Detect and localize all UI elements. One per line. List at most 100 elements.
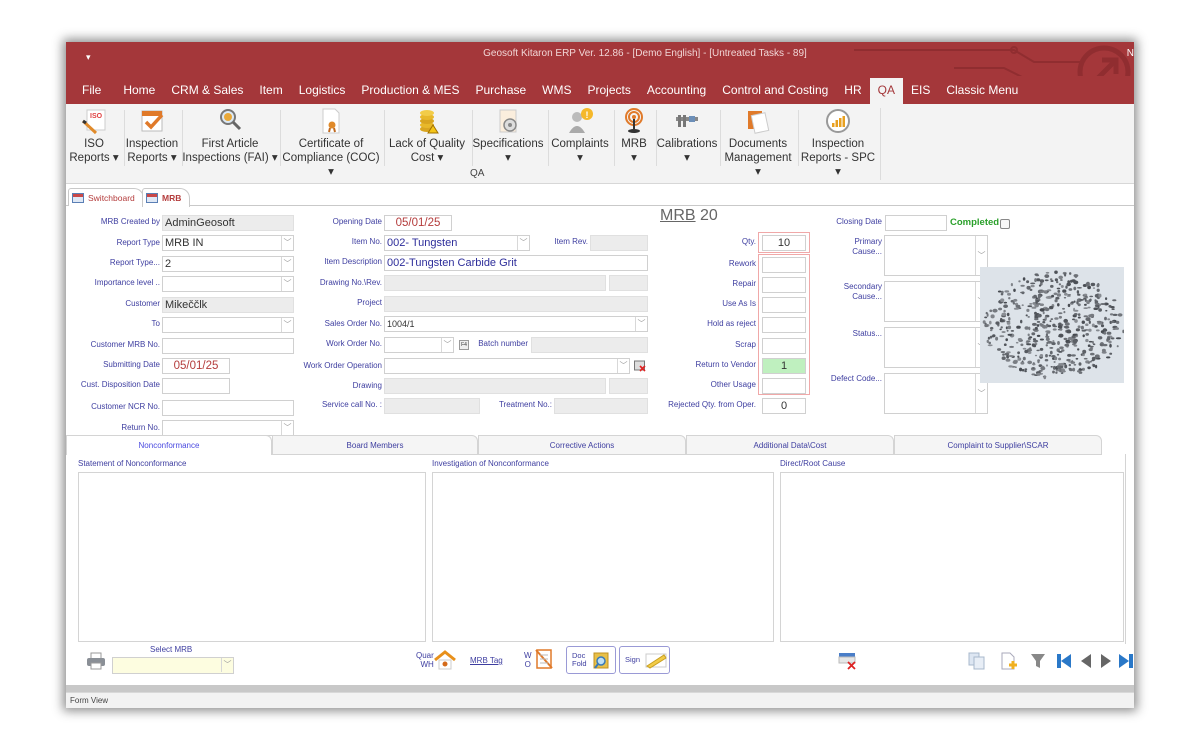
- chevron-down-icon[interactable]: ﹀: [617, 359, 629, 373]
- select-mrb-combo[interactable]: ﹀: [112, 657, 234, 674]
- first-record-icon[interactable]: [1056, 653, 1072, 669]
- ribbon-complaints[interactable]: ! Complaints ▾: [548, 106, 612, 168]
- ribbon-inspection-reports-spc[interactable]: Inspection Reports - SPC ▾: [798, 106, 878, 178]
- ribbon-documents-management[interactable]: Documents Management ▾: [720, 106, 796, 178]
- status-select[interactable]: ﹀: [884, 327, 988, 368]
- f4-lookup-button[interactable]: F4: [459, 340, 469, 350]
- ribbon-certificate-of-compliance[interactable]: Certificate of Compliance (COC) ▾: [280, 106, 382, 178]
- tab-nonconformance[interactable]: Nonconformance: [66, 435, 272, 455]
- menu-tab-file[interactable]: File: [74, 78, 109, 104]
- menu-tab-projects[interactable]: Projects: [580, 78, 639, 104]
- opening-date-input[interactable]: 05/01/25: [384, 215, 452, 231]
- ribbon-label: Lack of Quality: [388, 138, 466, 150]
- menu-tab-control-costing[interactable]: Control and Costing: [714, 78, 836, 104]
- menu-tab-accounting[interactable]: Accounting: [639, 78, 714, 104]
- completed-checkbox[interactable]: [1000, 219, 1010, 229]
- tab-complaint-to-supplier[interactable]: Complaint to Supplier\SCAR: [894, 435, 1102, 455]
- mrb-tag-link[interactable]: MRB Tag: [470, 656, 503, 665]
- defect-code-label: Defect Code...: [830, 374, 882, 383]
- closing-date-input[interactable]: [885, 215, 947, 231]
- new-record-icon[interactable]: [1000, 652, 1018, 670]
- statement-textarea[interactable]: [78, 472, 426, 642]
- ribbon-first-article-inspections[interactable]: First Article Inspections (FAI) ▾: [182, 106, 278, 168]
- menu-tab-wms[interactable]: WMS: [534, 78, 579, 104]
- return-no-select[interactable]: ﹀: [162, 420, 294, 436]
- chevron-down-icon[interactable]: ﹀: [221, 658, 233, 672]
- chevron-down-icon[interactable]: ﹀: [635, 317, 647, 331]
- sign-button[interactable]: Sign: [619, 646, 670, 674]
- tab-additional-data-cost[interactable]: Additional Data\Cost: [686, 435, 894, 455]
- mrb-title-link[interactable]: MRB: [660, 207, 696, 224]
- chevron-down-icon[interactable]: ﹀: [441, 338, 453, 352]
- scrap-input[interactable]: [762, 338, 806, 354]
- form-icon: [146, 193, 158, 203]
- report-type2-select[interactable]: 2 ﹀: [162, 256, 294, 272]
- sales-order-select[interactable]: 1004/1 ﹀: [384, 316, 648, 332]
- ribbon-specifications[interactable]: Specifications ▾: [470, 106, 546, 168]
- other-usage-input[interactable]: [762, 378, 806, 394]
- chevron-down-icon[interactable]: ﹀: [517, 236, 529, 250]
- customer-ncr-input[interactable]: [162, 400, 294, 416]
- secondary-cause-select[interactable]: ﹀: [884, 281, 988, 322]
- work-order-operation-select[interactable]: ﹀: [384, 358, 630, 374]
- grit-particle: [1078, 362, 1082, 366]
- primary-cause-select[interactable]: ﹀: [884, 235, 988, 276]
- ribbon-iso-reports[interactable]: ISO ISO Reports ▾: [66, 106, 122, 168]
- work-order-select[interactable]: ﹀: [384, 337, 454, 353]
- next-record-icon[interactable]: [1100, 653, 1112, 669]
- tab-board-members[interactable]: Board Members: [272, 435, 478, 455]
- return-to-vendor-input[interactable]: 1: [762, 358, 806, 374]
- ribbon-calibrations[interactable]: Calibrations ▾: [656, 106, 718, 168]
- report-type-select[interactable]: MRB IN ﹀: [162, 235, 294, 251]
- user-initial[interactable]: N: [1127, 48, 1134, 59]
- clear-operation-icon[interactable]: [634, 360, 646, 372]
- root-cause-textarea[interactable]: [780, 472, 1124, 642]
- menu-tab-qa[interactable]: QA: [869, 78, 903, 104]
- chevron-down-icon[interactable]: ﹀: [281, 421, 293, 435]
- menu-tab-purchase[interactable]: Purchase: [467, 78, 534, 104]
- cust-disposition-date-input[interactable]: [162, 378, 230, 394]
- doc-fold-button[interactable]: Doc Fold: [566, 646, 616, 674]
- grit-particle: [997, 348, 1002, 351]
- ribbon-mrb[interactable]: MRB ▾: [614, 106, 654, 168]
- menu-tab-logistics[interactable]: Logistics: [291, 78, 354, 104]
- importance-select[interactable]: ﹀: [162, 276, 294, 292]
- menu-tab-item[interactable]: Item: [251, 78, 290, 104]
- doc-tab-switchboard[interactable]: Switchboard: [68, 188, 144, 206]
- filter-icon[interactable]: [1030, 653, 1046, 669]
- menu-tab-eis[interactable]: EIS: [903, 78, 938, 104]
- menu-tab-classic-menu[interactable]: Classic Menu: [938, 78, 1026, 104]
- grit-particle: [1092, 343, 1096, 346]
- last-record-icon[interactable]: [1118, 653, 1134, 669]
- work-order-icon[interactable]: [534, 648, 554, 670]
- grit-particle: [1091, 323, 1095, 328]
- investigation-textarea[interactable]: [432, 472, 774, 642]
- customer-mrb-input[interactable]: [162, 338, 294, 354]
- menu-tab-crm-sales[interactable]: CRM & Sales: [163, 78, 251, 104]
- ribbon-lack-of-quality-cost[interactable]: Lack of Quality Cost ▾: [384, 106, 470, 168]
- qty-input[interactable]: 10: [762, 235, 806, 251]
- menu-tab-home[interactable]: Home: [115, 78, 163, 104]
- return-no-label: Return No.: [121, 423, 160, 432]
- submitting-date-input[interactable]: 05/01/25: [162, 358, 230, 374]
- grit-particle: [1046, 289, 1052, 292]
- defect-code-select[interactable]: ﹀: [884, 373, 988, 414]
- delete-record-icon[interactable]: [838, 652, 858, 670]
- to-select[interactable]: ﹀: [162, 317, 294, 333]
- doc-tab-mrb[interactable]: MRB: [142, 188, 191, 207]
- menu-tab-hr[interactable]: HR: [836, 78, 869, 104]
- item-description-input[interactable]: 002-Tungsten Carbide Grit: [384, 255, 648, 271]
- repair-input[interactable]: [762, 277, 806, 293]
- previous-record-icon[interactable]: [1080, 653, 1092, 669]
- printer-icon[interactable]: [86, 652, 106, 670]
- rework-input[interactable]: [762, 257, 806, 273]
- hold-as-reject-input[interactable]: [762, 317, 806, 333]
- quarantine-warehouse-icon[interactable]: [434, 650, 456, 670]
- item-no-select[interactable]: 002- Tungsten ﹀: [384, 235, 530, 251]
- menu-tab-production-mes[interactable]: Production & MES: [353, 78, 467, 104]
- ribbon-inspection-reports[interactable]: Inspection Reports ▾: [124, 106, 180, 168]
- copy-record-icon[interactable]: [968, 652, 986, 670]
- tab-corrective-actions[interactable]: Corrective Actions: [478, 435, 686, 455]
- use-as-is-input[interactable]: [762, 297, 806, 313]
- work-order-operation-label: Work Order Operation: [303, 361, 382, 370]
